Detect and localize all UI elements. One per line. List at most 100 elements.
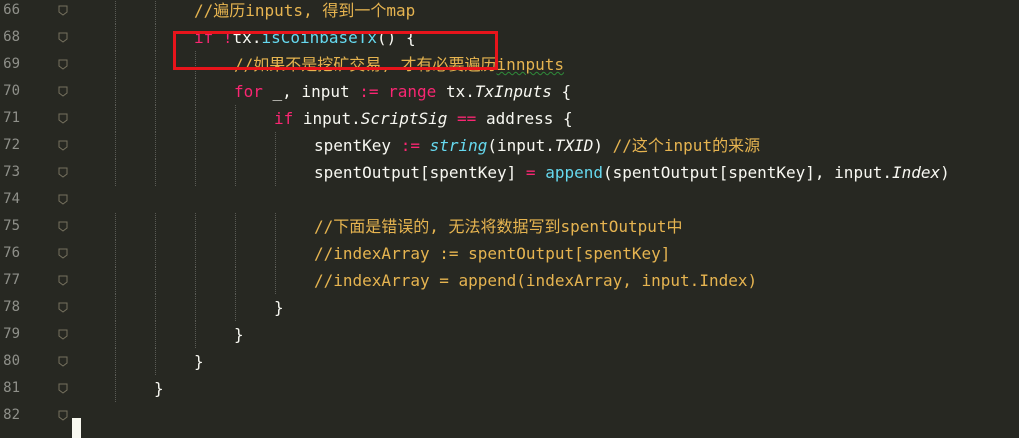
code-text: spentKey := string(input.TXID) //这个input… <box>314 132 760 159</box>
code-line[interactable]: 77 //indexArray = append(indexArray, inpu… <box>0 267 1019 294</box>
code-line[interactable]: 78} <box>0 294 1019 321</box>
indent-guide <box>115 348 116 375</box>
indent-guide <box>155 159 156 186</box>
line-number: 74 <box>3 191 20 207</box>
indent-guide <box>195 294 196 321</box>
indent-guide <box>195 240 196 267</box>
fold-marker-icon[interactable] <box>58 248 68 259</box>
code-token: { <box>551 82 572 101</box>
indent-guide <box>195 132 196 159</box>
code-token: innputs <box>496 55 564 74</box>
fold-marker-icon[interactable] <box>58 167 68 178</box>
fold-marker-icon[interactable] <box>58 32 68 43</box>
fold-marker-icon[interactable] <box>58 140 68 151</box>
code-line[interactable]: 74 <box>0 186 1019 213</box>
line-number: 81 <box>3 380 20 396</box>
fold-marker-icon[interactable] <box>58 113 68 124</box>
code-editor[interactable]: 66 //遍历inputs, 得到一个map 68 if !tx.isCoinbase… <box>0 0 1019 438</box>
code-token: TXID <box>554 136 594 155</box>
line-number: 68 <box>3 29 20 45</box>
indent-guide <box>235 240 236 267</box>
indent-guide <box>115 240 116 267</box>
code-line[interactable]: 69//如果不是挖矿交易, 才有必要遍历innputs <box>0 51 1019 78</box>
line-number: 73 <box>3 164 20 180</box>
code-text: //indexArray = append(indexArray, input.… <box>314 267 757 294</box>
indent-guide <box>115 51 116 78</box>
code-token: address { <box>476 109 573 128</box>
indent-guide <box>195 213 196 240</box>
code-token: ) <box>593 136 613 155</box>
indent-guide <box>155 213 156 240</box>
indent-guide <box>155 240 156 267</box>
code-text: } <box>274 294 284 321</box>
code-token: _, input <box>272 82 360 101</box>
text-cursor <box>72 418 81 438</box>
code-text: } <box>234 321 244 348</box>
code-line[interactable]: 71 if input.ScriptSig == address { <box>0 105 1019 132</box>
code-token: string <box>429 136 488 155</box>
code-text: } <box>194 348 204 375</box>
indent-guide <box>115 321 116 348</box>
indent-guide <box>155 132 156 159</box>
line-number: 72 <box>3 137 20 153</box>
indent-guide <box>115 375 116 402</box>
code-line[interactable]: 79} <box>0 321 1019 348</box>
code-token: tx. <box>445 82 475 101</box>
fold-marker-icon[interactable] <box>58 5 68 16</box>
indent-guide <box>275 213 276 240</box>
code-line[interactable]: 82 <box>0 402 1019 429</box>
code-token: //indexArray := spentOutput[spentKey] <box>314 244 671 263</box>
code-token: //这个input的来源 <box>612 136 761 155</box>
code-line[interactable]: 76 //indexArray := spentOutput[spentKey] <box>0 240 1019 267</box>
code-text: spentOutput[spentKey] = append(spentOutp… <box>314 159 950 186</box>
fold-marker-icon[interactable] <box>58 329 68 340</box>
code-line[interactable]: 80} <box>0 348 1019 375</box>
code-token: ScriptSig <box>360 109 448 128</box>
line-number: 69 <box>3 56 20 72</box>
indent-guide <box>275 267 276 294</box>
fold-marker-icon[interactable] <box>58 383 68 394</box>
code-token: = <box>525 163 546 182</box>
fold-marker-icon[interactable] <box>58 86 68 97</box>
code-token: input. <box>302 109 361 128</box>
indent-guide <box>115 105 116 132</box>
fold-marker-icon[interactable] <box>58 302 68 313</box>
code-text: //indexArray := spentOutput[spentKey] <box>314 240 670 267</box>
indent-guide <box>195 159 196 186</box>
indent-guide <box>275 132 276 159</box>
code-line[interactable]: 81} <box>0 375 1019 402</box>
code-token: == <box>457 109 477 128</box>
code-line[interactable]: 75 //下面是错误的, 无法将数据写到spentOutput中 <box>0 213 1019 240</box>
highlight-annotation-box <box>173 31 498 70</box>
fold-marker-icon[interactable] <box>58 221 68 232</box>
indent-guide <box>155 0 156 24</box>
code-token: } <box>194 352 204 371</box>
code-token: //indexArray = append(indexArray, input.… <box>314 271 758 290</box>
fold-marker-icon[interactable] <box>58 410 68 421</box>
fold-marker-icon[interactable] <box>58 194 68 205</box>
code-line[interactable]: 66 //遍历inputs, 得到一个map <box>0 0 1019 24</box>
indent-guide <box>115 213 116 240</box>
code-token: append <box>545 163 603 182</box>
code-token: range <box>388 82 446 101</box>
indent-guide <box>195 105 196 132</box>
code-line[interactable]: 68 if !tx.isCoinbaseTx() { <box>0 24 1019 51</box>
code-line[interactable]: 73 spentOutput[spentKey] = append(spentOu… <box>0 159 1019 186</box>
code-line[interactable]: 72 spentKey := string(input.TXID) //这个inp… <box>0 132 1019 159</box>
code-text: //下面是错误的, 无法将数据写到spentOutput中 <box>314 213 683 240</box>
fold-marker-icon[interactable] <box>58 275 68 286</box>
indent-guide <box>195 78 196 105</box>
code-token: } <box>234 325 244 344</box>
indent-guide <box>275 159 276 186</box>
code-line[interactable]: 70 for _, input := range tx.TxInputs { <box>0 78 1019 105</box>
line-number: 75 <box>3 218 20 234</box>
code-token: Index <box>891 163 941 182</box>
indent-guide <box>155 51 156 78</box>
fold-marker-icon[interactable] <box>58 59 68 70</box>
code-text: } <box>154 375 164 402</box>
indent-guide <box>155 24 156 51</box>
code-token: spentKey <box>314 136 401 155</box>
fold-marker-icon[interactable] <box>58 356 68 367</box>
code-token: TxInputs <box>474 82 552 101</box>
code-token: //遍历inputs, 得到一个map <box>194 1 416 20</box>
